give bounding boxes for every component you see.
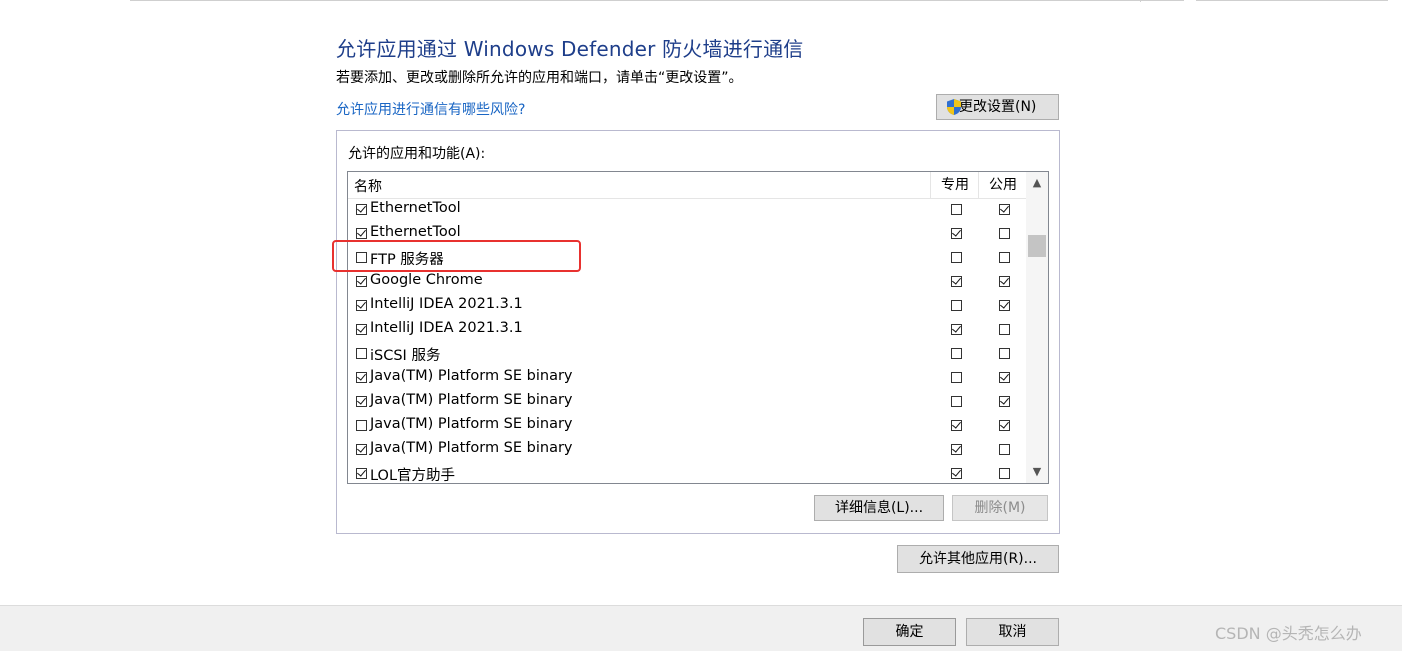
public-checkbox[interactable] xyxy=(999,252,1010,263)
list-header: 名称 专用 公用 xyxy=(348,172,1028,199)
app-enabled-checkbox[interactable] xyxy=(356,276,367,287)
top-border xyxy=(0,0,1402,2)
public-checkbox[interactable] xyxy=(999,324,1010,335)
app-name: iSCSI 服务 xyxy=(370,348,441,364)
app-row[interactable]: Java(TM) Platform SE binary xyxy=(348,390,1026,414)
allow-other-app-button[interactable]: 允许其他应用(R)... xyxy=(897,545,1059,573)
app-enabled-checkbox[interactable] xyxy=(356,444,367,455)
top-border-segment xyxy=(1196,0,1388,1)
app-row[interactable]: Java(TM) Platform SE binary xyxy=(348,438,1026,462)
page-title: 允许应用通过 Windows Defender 防火墙进行通信 xyxy=(336,37,804,61)
app-row[interactable]: EthernetTool xyxy=(348,198,1026,222)
app-name: Google Chrome xyxy=(370,272,483,288)
public-checkbox[interactable] xyxy=(999,372,1010,383)
list-scrollbar[interactable]: ▲ ▼ xyxy=(1026,172,1048,483)
public-checkbox[interactable] xyxy=(999,348,1010,359)
private-checkbox[interactable] xyxy=(951,444,962,455)
public-checkbox[interactable] xyxy=(999,396,1010,407)
watermark: CSDN @头秃怎么办 xyxy=(1215,624,1362,643)
app-row[interactable]: IntelliJ IDEA 2021.3.1 xyxy=(348,294,1026,318)
public-checkbox[interactable] xyxy=(999,204,1010,215)
app-name: Java(TM) Platform SE binary xyxy=(370,416,573,432)
app-enabled-checkbox[interactable] xyxy=(356,300,367,311)
private-checkbox[interactable] xyxy=(951,396,962,407)
column-header-public[interactable]: 公用 xyxy=(978,172,1028,198)
private-checkbox[interactable] xyxy=(951,348,962,359)
app-enabled-checkbox[interactable] xyxy=(356,348,367,359)
public-checkbox[interactable] xyxy=(999,228,1010,239)
app-name: IntelliJ IDEA 2021.3.1 xyxy=(370,296,523,312)
public-checkbox[interactable] xyxy=(999,444,1010,455)
dialog-footer xyxy=(0,605,1402,651)
change-settings-button[interactable]: 更改设置(N) xyxy=(936,94,1059,120)
public-checkbox[interactable] xyxy=(999,468,1010,479)
chevron-up-icon[interactable]: ▲ xyxy=(1026,172,1048,194)
private-checkbox[interactable] xyxy=(951,468,962,479)
app-row[interactable]: LOL官方助手 xyxy=(348,462,1026,484)
app-row[interactable]: Java(TM) Platform SE binary xyxy=(348,366,1026,390)
app-name: IntelliJ IDEA 2021.3.1 xyxy=(370,320,523,336)
app-enabled-checkbox[interactable] xyxy=(356,396,367,407)
app-enabled-checkbox[interactable] xyxy=(356,420,367,431)
private-checkbox[interactable] xyxy=(951,372,962,383)
top-border-segment xyxy=(130,0,1184,1)
ok-button[interactable]: 确定 xyxy=(863,618,956,646)
cancel-button[interactable]: 取消 xyxy=(966,618,1059,646)
private-checkbox[interactable] xyxy=(951,420,962,431)
page-subtitle: 若要添加、更改或删除所允许的应用和端口，请单击“更改设置”。 xyxy=(336,70,743,86)
allowed-apps-label: 允许的应用和功能(A): xyxy=(348,146,486,162)
app-name: Java(TM) Platform SE binary xyxy=(370,368,573,384)
app-name: EthernetTool xyxy=(370,200,461,216)
risk-info-link[interactable]: 允许应用进行通信有哪些风险? xyxy=(336,99,525,119)
app-enabled-checkbox[interactable] xyxy=(356,324,367,335)
annotation-highlight-box xyxy=(332,240,581,272)
chevron-down-icon[interactable]: ▼ xyxy=(1026,461,1048,483)
public-checkbox[interactable] xyxy=(999,300,1010,311)
column-header-name[interactable]: 名称 xyxy=(354,176,382,196)
app-enabled-checkbox[interactable] xyxy=(356,204,367,215)
app-enabled-checkbox[interactable] xyxy=(356,372,367,383)
allowed-apps-list[interactable]: 名称 专用 公用 EthernetTool EthernetTool FTP 服务器… xyxy=(347,171,1049,484)
app-name: Java(TM) Platform SE binary xyxy=(370,440,573,456)
uac-shield-icon xyxy=(947,99,961,115)
private-checkbox[interactable] xyxy=(951,324,962,335)
app-name: EthernetTool xyxy=(370,224,461,240)
private-checkbox[interactable] xyxy=(951,276,962,287)
public-checkbox[interactable] xyxy=(999,420,1010,431)
app-name: LOL官方助手 xyxy=(370,468,456,484)
private-checkbox[interactable] xyxy=(951,204,962,215)
app-row[interactable]: Google Chrome xyxy=(348,270,1026,294)
delete-button[interactable]: 删除(M) xyxy=(952,495,1048,521)
app-name: Java(TM) Platform SE binary xyxy=(370,392,573,408)
app-enabled-checkbox[interactable] xyxy=(356,468,367,479)
private-checkbox[interactable] xyxy=(951,228,962,239)
public-checkbox[interactable] xyxy=(999,276,1010,287)
app-row[interactable]: Java(TM) Platform SE binary xyxy=(348,414,1026,438)
change-settings-label: 更改设置(N) xyxy=(959,99,1037,115)
private-checkbox[interactable] xyxy=(951,252,962,263)
top-border-divider xyxy=(1140,0,1141,2)
app-enabled-checkbox[interactable] xyxy=(356,228,367,239)
app-row[interactable]: IntelliJ IDEA 2021.3.1 xyxy=(348,318,1026,342)
app-row[interactable]: iSCSI 服务 xyxy=(348,342,1026,366)
private-checkbox[interactable] xyxy=(951,300,962,311)
column-header-private[interactable]: 专用 xyxy=(930,172,979,198)
scrollbar-thumb[interactable] xyxy=(1028,235,1046,257)
details-button[interactable]: 详细信息(L)... xyxy=(814,495,944,521)
